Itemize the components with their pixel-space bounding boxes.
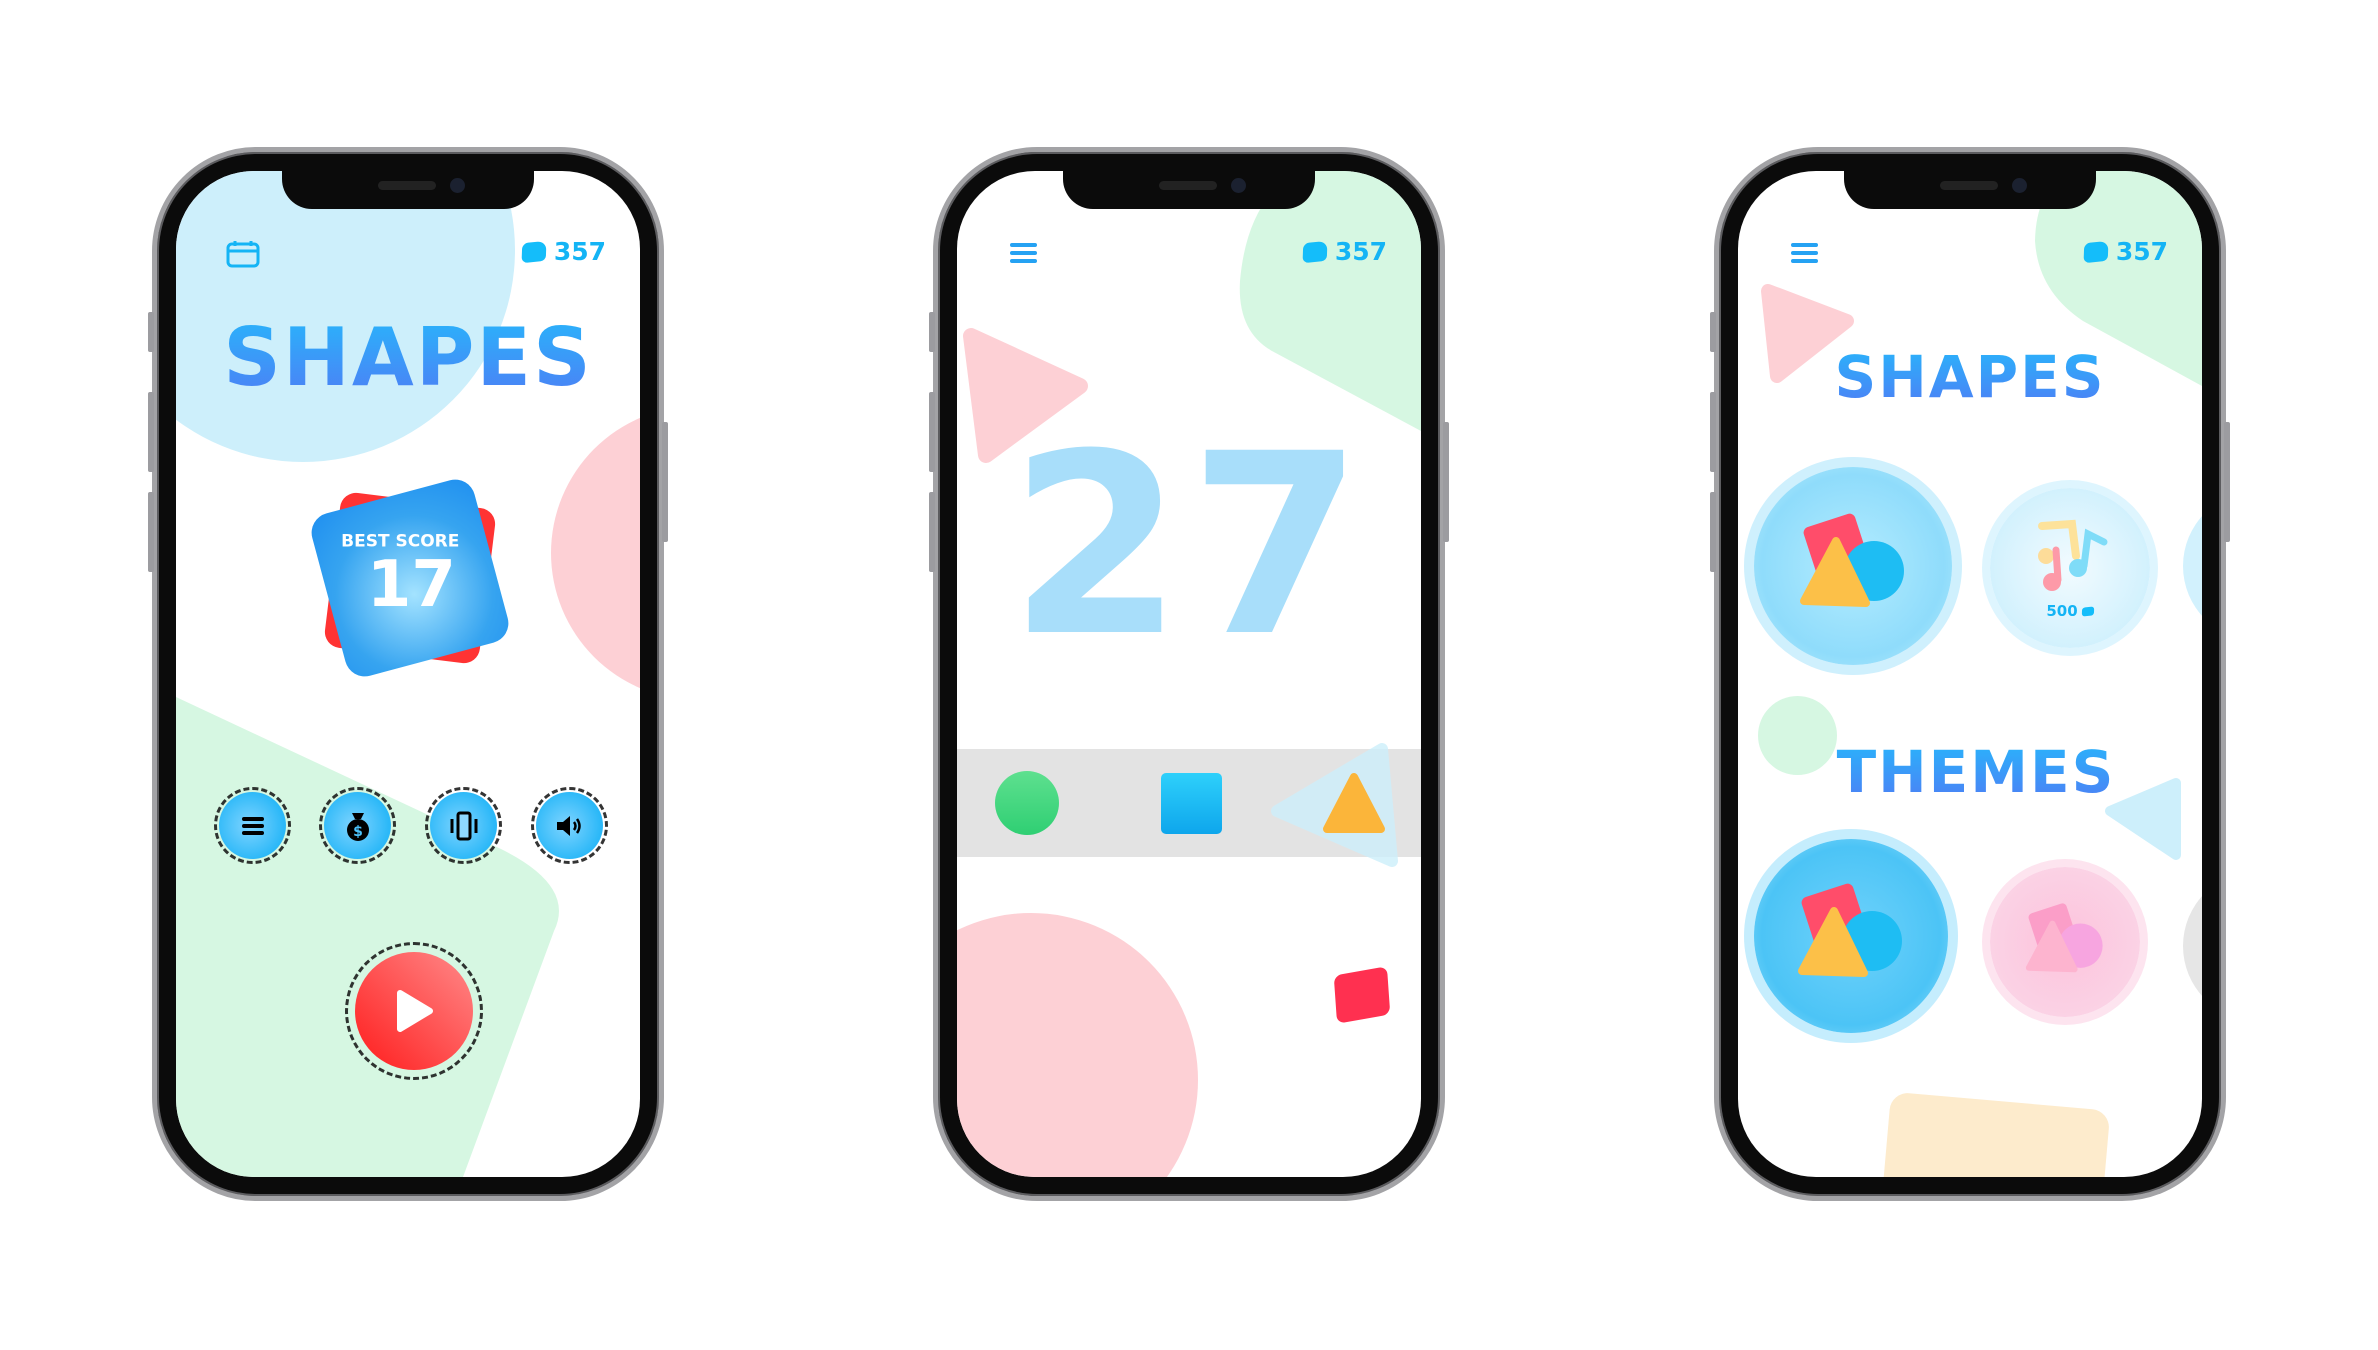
coin-counter: 357 bbox=[1302, 237, 1387, 266]
shop-screen: 357 SHAPES 500 THEMES bbox=[1738, 171, 2202, 1177]
svg-text:$: $ bbox=[353, 824, 363, 840]
menu-icon bbox=[241, 816, 264, 835]
theme-item-pink[interactable] bbox=[1990, 867, 2140, 1017]
calendar-icon[interactable] bbox=[226, 240, 260, 268]
coin-count: 357 bbox=[1334, 237, 1387, 266]
coin-counter: 357 bbox=[2083, 237, 2168, 266]
phone-home: 357 SHAPES BEST SCORE 17 $ bbox=[148, 147, 668, 1201]
coin-count: 357 bbox=[2115, 237, 2168, 266]
sound-button[interactable] bbox=[531, 787, 608, 864]
theme-pink-shapes-icon bbox=[2025, 903, 2103, 973]
game-title: SHAPES bbox=[176, 311, 640, 404]
blue-square-shape[interactable] bbox=[1161, 773, 1222, 834]
notch bbox=[1063, 171, 1315, 209]
shop-button[interactable]: $ bbox=[319, 787, 396, 864]
best-score-card: BEST SCORE 17 bbox=[307, 475, 513, 681]
phone-shop: 357 SHAPES 500 THEMES bbox=[1710, 147, 2230, 1201]
vibration-icon bbox=[450, 811, 477, 840]
gameplay-screen: 357 27 bbox=[957, 171, 1421, 1177]
home-screen: 357 SHAPES BEST SCORE 17 $ bbox=[176, 171, 640, 1177]
menu-button[interactable] bbox=[214, 787, 291, 864]
coin-icon bbox=[1302, 240, 1328, 263]
best-score-value: 17 bbox=[367, 547, 457, 622]
shapes-pack-item[interactable] bbox=[1754, 467, 1952, 665]
shapes-section-title: SHAPES bbox=[1738, 343, 2202, 411]
current-score: 27 bbox=[1009, 400, 1369, 691]
coin-count: 357 bbox=[553, 237, 606, 266]
music-notes-icon bbox=[2038, 519, 2108, 591]
play-button[interactable] bbox=[345, 942, 483, 1080]
music-pack-item[interactable]: 500 bbox=[1990, 488, 2150, 648]
theme-shapes-icon bbox=[1798, 883, 1902, 977]
yellow-triangle-shape[interactable] bbox=[1321, 771, 1387, 835]
music-pack-price: 500 bbox=[1990, 602, 2150, 620]
shapes-pack-icon bbox=[1800, 513, 1904, 607]
green-circle-shape[interactable] bbox=[995, 771, 1059, 835]
phone-gameplay: 357 27 bbox=[929, 147, 1449, 1201]
money-bag-icon: $ bbox=[346, 812, 369, 841]
notch bbox=[282, 171, 534, 209]
notch bbox=[1844, 171, 2096, 209]
coin-icon bbox=[2081, 605, 2094, 617]
coin-counter: 357 bbox=[521, 237, 606, 266]
coin-icon bbox=[521, 240, 547, 263]
bg-red-shape bbox=[1333, 966, 1391, 1024]
coin-icon bbox=[2083, 240, 2109, 263]
theme-item-default[interactable] bbox=[1754, 839, 1948, 1033]
menu-icon[interactable] bbox=[1010, 243, 1037, 263]
themes-section-title: THEMES bbox=[1744, 738, 2202, 806]
vibration-button[interactable] bbox=[425, 787, 502, 864]
sound-icon bbox=[556, 815, 581, 836]
menu-icon[interactable] bbox=[1791, 243, 1818, 263]
